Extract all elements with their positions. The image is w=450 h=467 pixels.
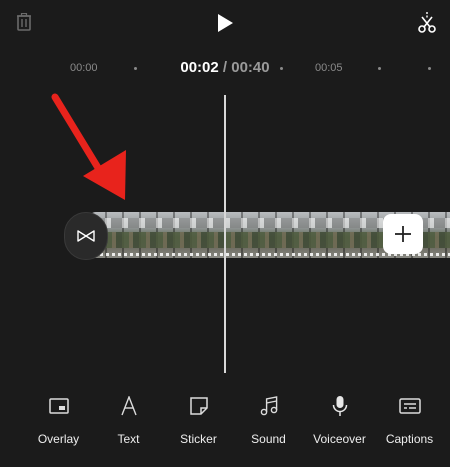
captions-icon <box>396 392 424 420</box>
current-time: 00:02 <box>180 59 219 76</box>
split-scissors-icon[interactable] <box>414 10 440 36</box>
captions-button[interactable]: Captions <box>372 392 447 446</box>
captions-label: Captions <box>385 432 434 446</box>
add-clip-button[interactable] <box>383 214 423 254</box>
text-button[interactable]: Text <box>91 392 166 446</box>
text-icon <box>115 392 143 420</box>
playhead[interactable] <box>224 95 226 373</box>
bowtie-transition-icon[interactable] <box>64 212 108 260</box>
microphone-icon <box>326 392 354 420</box>
voiceover-button[interactable]: Voiceover <box>302 392 377 446</box>
sound-button[interactable]: Sound <box>231 392 306 446</box>
play-icon[interactable] <box>213 11 237 35</box>
overlay-icon <box>45 392 73 420</box>
sound-label: Sound <box>251 432 286 446</box>
sticker-button[interactable]: Sticker <box>161 392 236 446</box>
time-separator: / <box>218 59 232 76</box>
voiceover-label: Voiceover <box>313 432 366 446</box>
overlay-label: Overlay <box>37 432 80 446</box>
overlay-button[interactable]: Overlay <box>21 392 96 446</box>
sticker-icon <box>185 392 213 420</box>
trash-icon[interactable] <box>14 12 34 32</box>
bottom-toolbar: Overlay Text Sticker Sound Voiceover Cap… <box>0 392 450 452</box>
music-note-icon <box>255 392 283 420</box>
timecode: 00:02 / 00:40 <box>0 59 450 76</box>
sticker-label: Sticker <box>180 432 217 446</box>
total-duration: 00:40 <box>231 59 270 76</box>
text-label: Text <box>117 432 140 446</box>
plus-icon <box>395 226 411 242</box>
